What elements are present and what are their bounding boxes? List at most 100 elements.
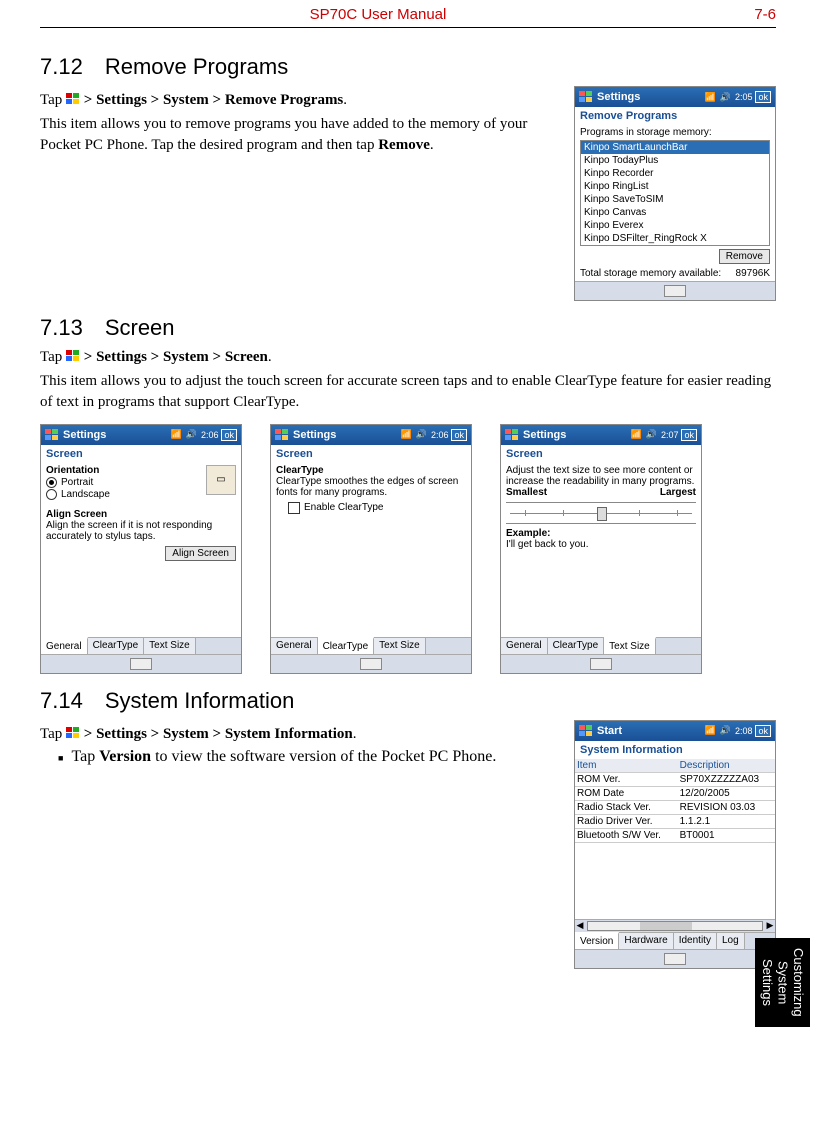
breadcrumb-path: > Settings > System > System Information	[84, 726, 353, 742]
breadcrumb-path: > Settings > System > Screen	[84, 349, 268, 365]
keyboard-icon[interactable]	[664, 953, 686, 965]
remove-button[interactable]: Remove	[719, 249, 770, 264]
list-item[interactable]: Kinpo Recorder	[581, 167, 769, 180]
checkbox-label: Enable ClearType	[304, 502, 384, 513]
s714-path: Tap > Settings > System > System Informa…	[40, 724, 544, 744]
tab-hardware[interactable]: Hardware	[619, 933, 673, 949]
ok-button[interactable]: ok	[221, 429, 237, 441]
list-item[interactable]: Kinpo Canvas	[581, 206, 769, 219]
list-item[interactable]: Kinpo SmartLaunchBar	[581, 141, 769, 154]
table-row: ROM Date12/20/2005	[575, 786, 775, 800]
enable-cleartype-checkbox[interactable]: Enable ClearType	[288, 502, 466, 514]
textsize-slider[interactable]	[506, 502, 696, 524]
ok-button[interactable]: ok	[755, 91, 771, 103]
start-icon[interactable]	[45, 429, 59, 441]
ok-button[interactable]: ok	[451, 429, 467, 441]
breadcrumb-path: > Settings > System > Remove Programs	[84, 92, 344, 108]
tab-textsize[interactable]: Text Size	[604, 637, 656, 654]
list-item[interactable]: Kinpo Everex	[581, 219, 769, 232]
hscrollbar[interactable]: ◀▶	[575, 919, 775, 932]
s712-path: Tap > Settings > System > Remove Program…	[40, 90, 544, 110]
programs-list[interactable]: Kinpo SmartLaunchBar Kinpo TodayPlus Kin…	[580, 140, 770, 246]
list-item[interactable]: Kinpo DSFilter_RingRock X	[581, 232, 769, 245]
radio-label: Landscape	[61, 489, 110, 500]
text: Tap	[40, 726, 66, 742]
window-title: Start	[597, 725, 705, 737]
list-item[interactable]: Kinpo TodayPlus	[581, 154, 769, 167]
text: Tap	[71, 748, 99, 765]
table-row: Bluetooth S/W Ver.BT0001	[575, 828, 775, 842]
keyboard-icon[interactable]	[664, 285, 686, 297]
start-icon[interactable]	[275, 429, 289, 441]
screen-subtitle: Screen	[501, 445, 701, 463]
slider-min-label: Smallest	[506, 487, 547, 498]
tab-identity[interactable]: Identity	[674, 933, 717, 949]
cleartype-heading: ClearType	[276, 465, 466, 476]
tab-strip: General ClearType Text Size	[41, 637, 241, 654]
screen-cleartype-screenshot: Settings📶🔊2:06ok Screen ClearType ClearT…	[270, 424, 472, 674]
sysinfo-table: ItemDescription ROM Ver.SP70XZZZZZA03 RO…	[575, 759, 775, 843]
keyboard-icon[interactable]	[590, 658, 612, 670]
align-screen-button[interactable]: Align Screen	[165, 546, 236, 561]
clock: 2:07	[661, 430, 679, 440]
align-heading: Align Screen	[46, 509, 236, 520]
radio-label: Portrait	[61, 477, 93, 488]
s713-path: Tap > Settings > System > Screen.	[40, 347, 776, 367]
section-7-13-heading: 7.13 Screen	[40, 315, 776, 341]
bullet-list: Tap Version to view the software version…	[40, 748, 544, 766]
radio-portrait[interactable]: Portrait	[46, 477, 202, 488]
tab-textsize[interactable]: Text Size	[144, 638, 196, 654]
list-item[interactable]: Kinpo SaveToSIM	[581, 193, 769, 206]
text: This item allows you to remove programs …	[40, 116, 527, 152]
start-icon[interactable]	[579, 725, 593, 737]
screen-subtitle: Remove Programs	[575, 107, 775, 125]
screen-textsize-screenshot: Settings📶🔊2:07ok Screen Adjust the text …	[500, 424, 702, 674]
tab-general[interactable]: General	[501, 638, 548, 654]
section-7-12-heading: 7.12 Remove Programs	[40, 54, 776, 80]
clock: 2:08	[735, 726, 753, 736]
clock: 2:06	[201, 430, 219, 440]
orientation-heading: Orientation	[46, 465, 202, 476]
tab-general[interactable]: General	[41, 637, 88, 654]
remove-programs-screenshot: Settings 📶🔊2:05 ok Remove Programs Progr…	[574, 86, 776, 301]
section-7-14-heading: 7.14 System Information	[40, 688, 776, 714]
text: .	[353, 726, 357, 742]
list-item[interactable]: Kinpo RingList	[581, 180, 769, 193]
screen-subtitle: Screen	[271, 445, 471, 463]
start-icon[interactable]	[505, 429, 519, 441]
radio-landscape[interactable]: Landscape	[46, 489, 202, 500]
page-number: 7-6	[716, 6, 776, 23]
memory-label: Total storage memory available:	[580, 268, 721, 279]
text: .	[268, 349, 272, 365]
s712-desc: This item allows you to remove programs …	[40, 114, 544, 155]
keyboard-icon[interactable]	[130, 658, 152, 670]
slider-max-label: Largest	[660, 487, 696, 498]
tab-cleartype[interactable]: ClearType	[548, 638, 605, 654]
textsize-desc: Adjust the text size to see more content…	[506, 465, 696, 487]
table-row: Radio Stack Ver.REVISION 03.03	[575, 800, 775, 814]
remove-word: Remove	[378, 137, 430, 153]
list-label: Programs in storage memory:	[580, 127, 770, 138]
tab-textsize[interactable]: Text Size	[374, 638, 426, 654]
ok-button[interactable]: ok	[681, 429, 697, 441]
header-rule	[40, 27, 776, 28]
tab-log[interactable]: Log	[717, 933, 745, 949]
window-title: Settings	[597, 91, 705, 103]
tab-version[interactable]: Version	[575, 932, 619, 949]
text: .	[343, 92, 347, 108]
status-icons: 📶🔊2:05	[705, 92, 753, 103]
memory-row: Total storage memory available: 89796K	[580, 268, 770, 279]
start-icon[interactable]	[579, 91, 593, 103]
ok-button[interactable]: ok	[755, 725, 771, 737]
tab-cleartype[interactable]: ClearType	[318, 637, 375, 654]
s713-desc: This item allows you to adjust the touch…	[40, 371, 776, 412]
tab-general[interactable]: General	[271, 638, 318, 654]
sip-bar[interactable]	[575, 281, 775, 300]
align-desc: Align the screen if it is not responding…	[46, 520, 236, 542]
orientation-icon: ▭	[206, 465, 236, 495]
tab-cleartype[interactable]: ClearType	[88, 638, 145, 654]
keyboard-icon[interactable]	[360, 658, 382, 670]
table-row: ROM Ver.SP70XZZZZZA03	[575, 772, 775, 786]
side-tab-line1: Customizng	[791, 948, 806, 1017]
window-title: Settings	[293, 429, 401, 441]
